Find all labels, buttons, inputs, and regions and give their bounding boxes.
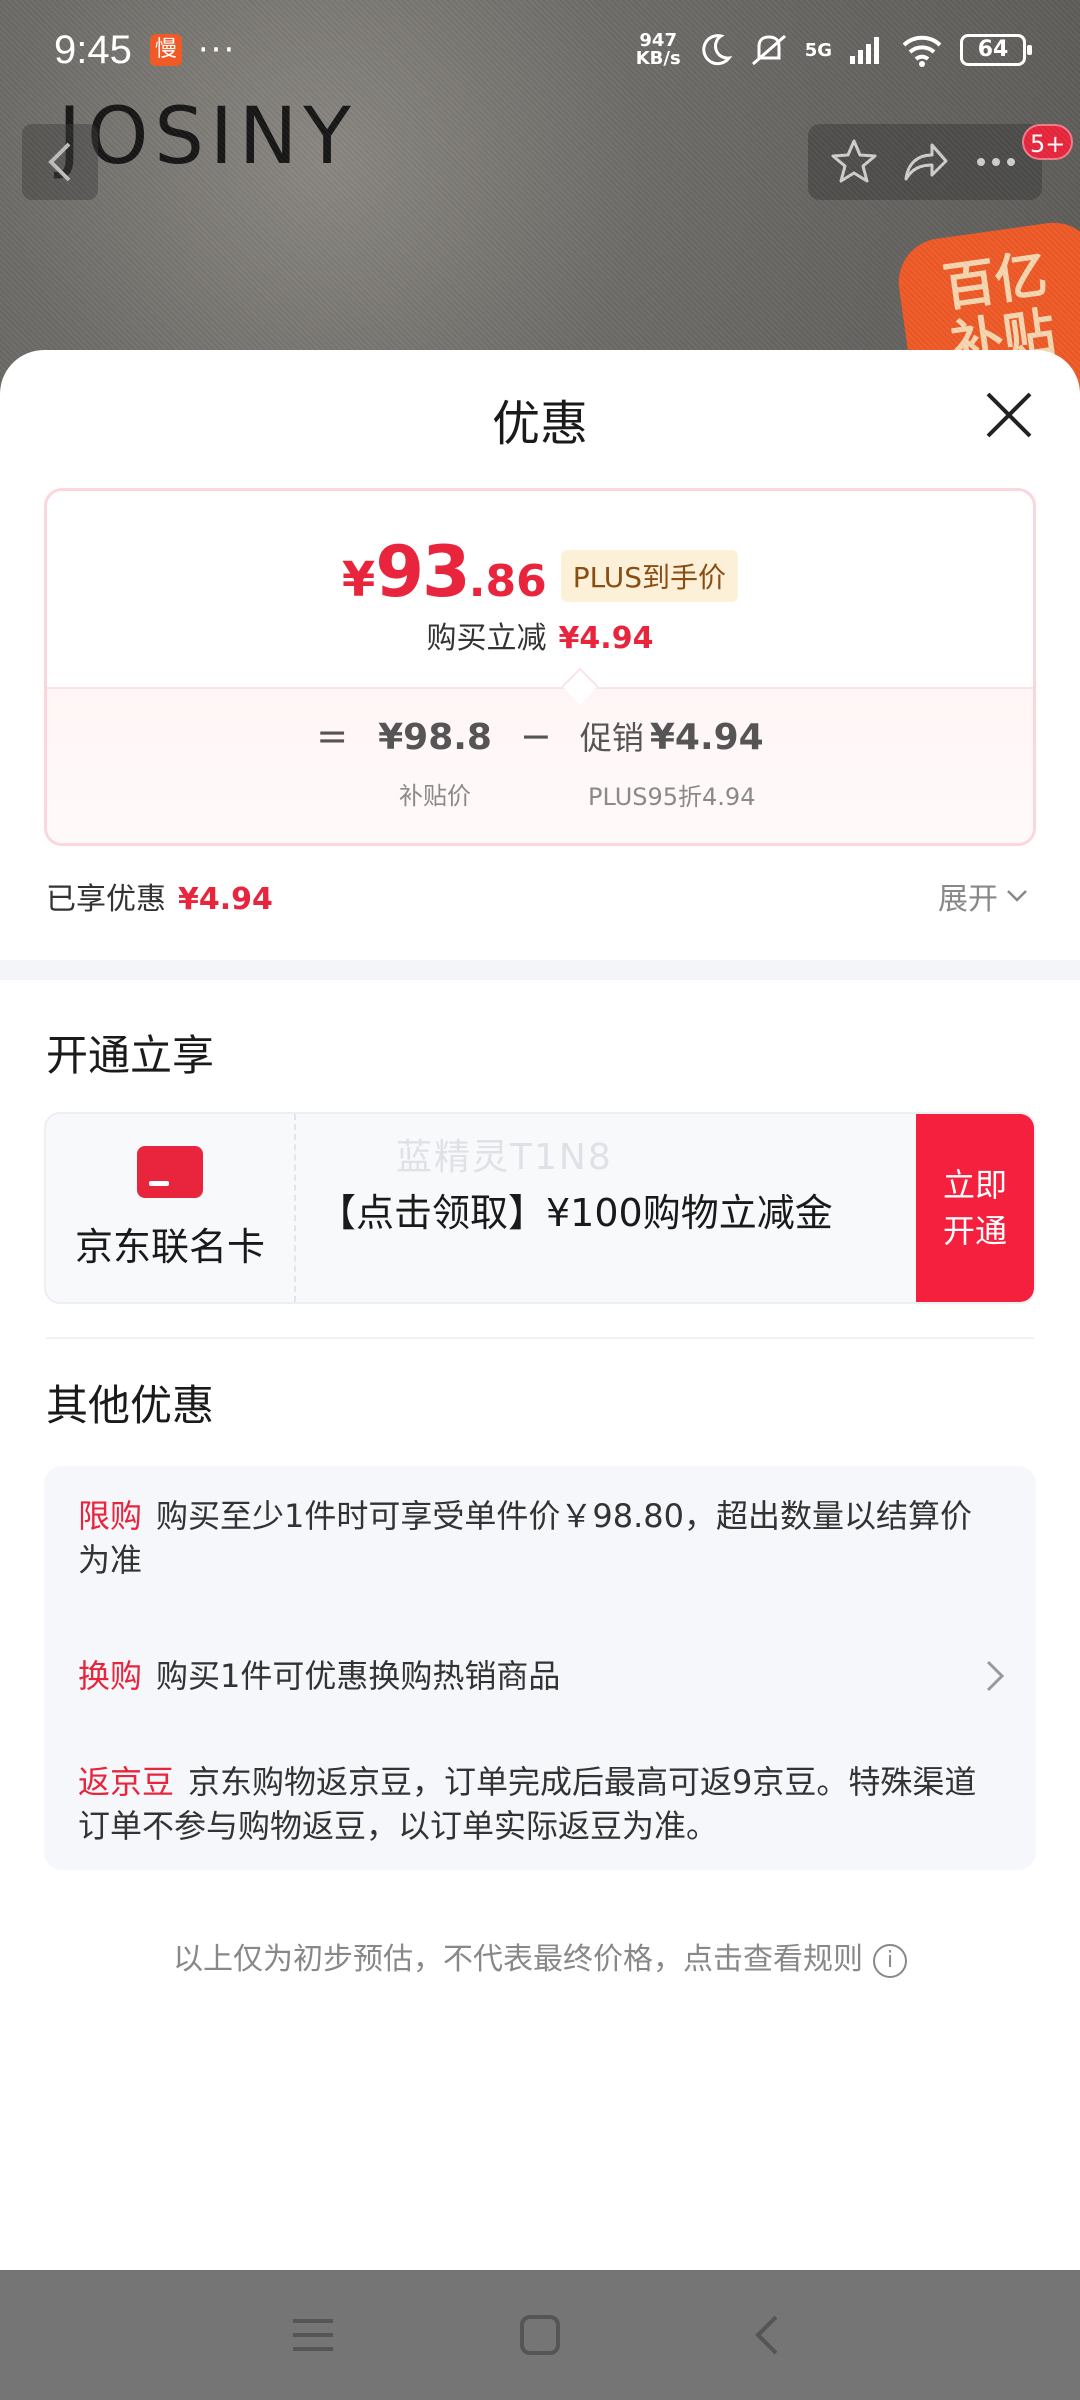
base-price-label: 补贴价 bbox=[399, 782, 472, 810]
promo-sublabel: PLUS95折4.94 bbox=[588, 783, 756, 811]
more-icon bbox=[977, 158, 1016, 166]
chevron-right-icon[interactable] bbox=[984, 1658, 1008, 1694]
divider-line bbox=[46, 1337, 1034, 1339]
co-branded-card-offer[interactable]: 京东联名卡 蓝精灵T1N8 【点击领取】¥100购物立减金 立即 开通 bbox=[44, 1112, 1036, 1304]
other-discounts-title: 其他优惠 bbox=[46, 1381, 215, 1430]
other-discounts-list: 限购 购买至少1件时可享受单件价￥98.80，超出数量以结算价为准 换购 购买1件可… bbox=[44, 1466, 1036, 1870]
enjoyed-discount-row: 已享优惠 ¥4.94 bbox=[46, 874, 273, 918]
footer-note-text: 以上仅为初步预估，不代表最终价格，点击查看规则 bbox=[173, 1942, 863, 1977]
watermark: 蓝精灵T1N8 bbox=[396, 1137, 613, 1178]
expand-label: 展开 bbox=[938, 882, 998, 917]
back-icon bbox=[754, 2315, 778, 2355]
menu-icon bbox=[293, 2319, 334, 2351]
favorite-button[interactable] bbox=[825, 133, 883, 191]
sheet-title: 优惠 bbox=[491, 396, 588, 452]
moon-icon bbox=[702, 34, 733, 66]
trade-in-text: 购买1件可优惠换购热销商品 bbox=[156, 1657, 561, 1695]
card-name: 京东联名卡 bbox=[74, 1224, 265, 1269]
promo-amount: ¥4.94 bbox=[649, 717, 764, 758]
instant-reduce-label: 购买立减 bbox=[426, 621, 547, 656]
list-item-jd-beans: 返京豆 京东购物返京豆，订单完成后最高可返9京豆。特殊渠道订单不参与购物返豆，以订… bbox=[78, 1760, 978, 1848]
final-price-integer: 93 bbox=[375, 531, 470, 613]
status-bar: 9:45 慢 ··· 947 KB/s 5G 64 bbox=[0, 0, 1080, 100]
trade-in-tag: 换购 bbox=[78, 1657, 143, 1695]
home-icon bbox=[519, 2315, 560, 2355]
brand-logo: JOSINY bbox=[58, 92, 357, 182]
enjoyed-discount-label: 已享优惠 bbox=[46, 882, 166, 917]
membership-section-title: 开通立享 bbox=[46, 1031, 215, 1080]
muted-icon bbox=[751, 34, 786, 66]
enjoyed-discount-amount: ¥4.94 bbox=[178, 882, 273, 917]
purchase-limit-text: 购买至少1件时可享受单件价￥98.80，超出数量以结算价为准 bbox=[78, 1497, 972, 1579]
message-count-badge: 5+ bbox=[1022, 124, 1074, 160]
status-time: 9:45 bbox=[54, 27, 132, 72]
credit-card-icon bbox=[137, 1145, 203, 1198]
list-item-purchase-limit: 限购 购买至少1件时可享受单件价￥98.80，超出数量以结算价为准 bbox=[78, 1494, 978, 1582]
slow-network-badge: 慢 bbox=[149, 34, 182, 66]
chevron-down-icon bbox=[1007, 890, 1027, 902]
discount-sheet: 优惠 ¥ 93 .86 PLUS到手价 购买立减 ¥4.94 = ¥98.8 补贴… bbox=[0, 350, 1080, 2270]
subsidy-badge-line1: 百亿 bbox=[939, 245, 1051, 319]
status-right: 947 KB/s 5G 64 bbox=[636, 32, 1032, 68]
open-now-label-line1: 立即 bbox=[942, 1166, 1007, 1204]
jd-beans-text: 京东购物返京豆，订单完成后最高可返9京豆。特殊渠道订单不参与购物返豆，以订单实际… bbox=[78, 1763, 977, 1845]
network-speed: 947 KB/s bbox=[636, 32, 681, 68]
open-now-label-line2: 开通 bbox=[942, 1212, 1007, 1250]
system-back-button[interactable] bbox=[727, 2295, 807, 2375]
final-price-decimal: .86 bbox=[468, 556, 547, 607]
base-price-item: ¥98.8 补贴价 bbox=[378, 717, 492, 811]
info-icon: i bbox=[873, 1943, 907, 1978]
chevron-left-icon bbox=[48, 142, 71, 182]
promo-label: 促销 bbox=[579, 719, 644, 757]
equals-sign: = bbox=[316, 714, 349, 758]
system-nav-bar bbox=[0, 2270, 1080, 2400]
jd-beans-tag: 返京豆 bbox=[78, 1763, 175, 1801]
price-breakdown-card: ¥ 93 .86 PLUS到手价 购买立减 ¥4.94 = ¥98.8 补贴价 −… bbox=[44, 488, 1036, 846]
promo-item: 促销 ¥4.94 PLUS95折4.94 bbox=[580, 713, 764, 812]
network-type: 5G bbox=[804, 39, 832, 61]
home-button[interactable] bbox=[500, 2295, 580, 2375]
menu-button[interactable] bbox=[273, 2295, 353, 2375]
star-icon bbox=[831, 139, 877, 183]
rules-link[interactable]: 以上仅为初步预估，不代表最终价格，点击查看规则 i bbox=[0, 1934, 1080, 1978]
minus-sign: − bbox=[519, 714, 552, 758]
battery-indicator: 64 bbox=[960, 34, 1032, 66]
open-now-button[interactable]: 立即 开通 bbox=[916, 1114, 1034, 1302]
share-icon bbox=[904, 143, 948, 181]
instant-reduce-row: 购买立减 ¥4.94 bbox=[47, 613, 1033, 657]
plus-price-tag: PLUS到手价 bbox=[560, 550, 739, 602]
base-price-value: ¥98.8 bbox=[378, 717, 492, 758]
card-info: 京东联名卡 bbox=[46, 1114, 296, 1302]
more-notifications-icon: ··· bbox=[197, 30, 237, 70]
purchase-limit-tag: 限购 bbox=[78, 1497, 143, 1535]
share-button[interactable] bbox=[896, 133, 954, 191]
list-item-trade-in[interactable]: 换购 购买1件可优惠换购热销商品 bbox=[78, 1654, 978, 1698]
network-speed-unit: KB/s bbox=[635, 48, 681, 69]
final-price-currency: ¥ bbox=[341, 552, 376, 608]
close-icon bbox=[986, 392, 1032, 438]
expand-button[interactable]: 展开 bbox=[938, 874, 1028, 918]
instant-reduce-amount: ¥4.94 bbox=[558, 621, 654, 656]
final-price: ¥ 93 .86 PLUS到手价 bbox=[47, 531, 1033, 613]
price-formula: = ¥98.8 补贴价 − 促销 ¥4.94 PLUS95折4.94 bbox=[47, 713, 1033, 812]
signal-icon bbox=[850, 37, 879, 64]
card-offer-text: 【点击领取】¥100购物立减金 bbox=[318, 1191, 833, 1235]
section-divider bbox=[0, 960, 1080, 980]
back-button[interactable] bbox=[22, 124, 98, 200]
product-action-bar bbox=[808, 124, 1042, 200]
more-button[interactable] bbox=[967, 133, 1025, 191]
close-button[interactable] bbox=[982, 388, 1036, 442]
wifi-icon bbox=[902, 35, 942, 67]
